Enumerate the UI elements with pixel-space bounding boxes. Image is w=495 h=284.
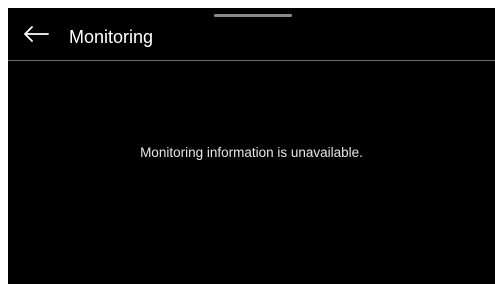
- content-area: Monitoring information is unavailable.: [8, 61, 495, 284]
- header-bar: Monitoring: [8, 8, 495, 60]
- page-title: Monitoring: [69, 27, 154, 47]
- monitoring-screen: Monitoring Monitoring information is una…: [8, 8, 495, 284]
- unavailable-message: Monitoring information is unavailable.: [140, 145, 363, 160]
- arrow-left-icon: [24, 26, 49, 42]
- back-button[interactable]: [20, 22, 52, 46]
